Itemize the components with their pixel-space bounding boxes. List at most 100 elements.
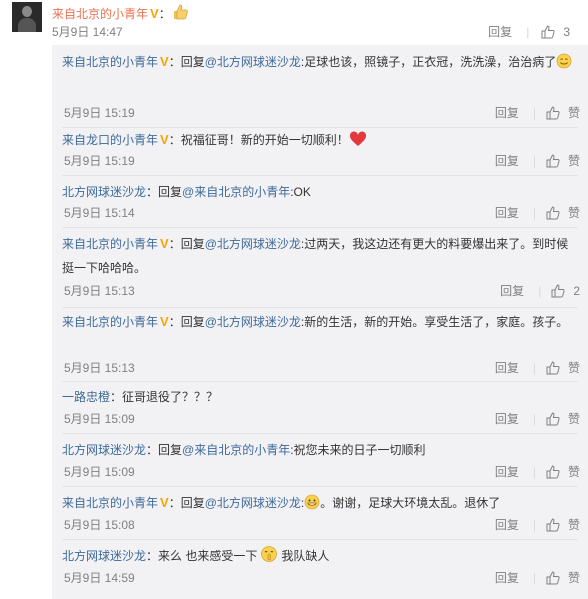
timestamp: 5月9日 15:09 [64, 412, 135, 426]
verified-icon: V [160, 54, 169, 69]
verified-icon: V [160, 236, 169, 251]
verified-icon: V [160, 314, 169, 329]
like-label: 赞 [567, 361, 580, 375]
reply-button[interactable]: 回复 [495, 106, 519, 120]
like-count: 2 [573, 284, 580, 298]
verified-icon: V [160, 132, 169, 147]
separator: ： [158, 7, 171, 21]
reply-button[interactable]: 回复 [495, 206, 519, 220]
reply-prefix: ：征哥退役了？？？ [110, 390, 219, 404]
username-link[interactable]: 一路忠橙 [62, 390, 110, 404]
mention-link[interactable]: @北方网球迷沙龙 [205, 237, 301, 251]
reply-body: :新的生活，新的开始。享受生活了，家庭。孩子。 [300, 315, 569, 329]
reply-prefix: ：回复 [168, 315, 205, 329]
reply-meta: 5月9日 15:19 回复 | 赞 [64, 154, 580, 168]
username-link[interactable]: 来自北京的小青年 [62, 55, 158, 69]
reply-body: :OK [290, 185, 311, 199]
reply-text: 来自龙口的小青年 V：祝福征哥！新的开始一切顺利！ [62, 128, 580, 152]
heart-emoji-icon [349, 131, 366, 146]
username-link[interactable]: 北方网球迷沙龙 [62, 185, 146, 199]
reply-text: 北方网球迷沙龙：回复@来自北京的小青年:祝您未来的日子一切顺利 [62, 438, 580, 462]
reply-item: 来自北京的小青年 V：回复@北方网球迷沙龙:新的生活，新的开始。享受生活了，家庭。… [62, 310, 580, 375]
reply-meta: 5月9日 15:19 回复 | 赞 [64, 106, 580, 120]
mention-link[interactable]: @北方网球迷沙龙 [205, 315, 301, 329]
reply-item: 来自北京的小青年 V：回复@北方网球迷沙龙: 。谢谢，足球大环境太乱。退休了 5月9… [62, 491, 580, 532]
reply-prefix: ：回复 [146, 443, 183, 457]
reply-meta: 5月9日 15:14 回复 | 赞 [64, 206, 580, 220]
reply-prefix: ：回复 [146, 185, 183, 199]
username-link[interactable]: 北方网球迷沙龙 [62, 443, 146, 457]
divider [62, 381, 578, 382]
reply-button[interactable]: 回复 [495, 154, 519, 168]
reply-text: 一路忠橙：征哥退役了？？？ [62, 385, 580, 409]
like-label: 赞 [567, 465, 580, 479]
like-icon[interactable] [546, 571, 560, 585]
divider [62, 539, 578, 540]
reply-button[interactable]: 回复 [500, 284, 524, 298]
top-comment-line: 来自北京的小青年 V： [52, 3, 189, 22]
reply-body: :足球也该，照镜子，正衣冠，洗洗澡，治治病了 [300, 55, 557, 69]
reply-prefix: ：来么 也来感受一下 [146, 549, 258, 563]
mention-link[interactable]: @来自北京的小青年 [182, 185, 290, 199]
reply-meta: 5月9日 15:13 回复 | 赞 [64, 361, 580, 375]
mention-link[interactable]: @来自北京的小青年 [182, 443, 290, 457]
timestamp: 5月9日 15:19 [64, 106, 135, 120]
avatar[interactable] [12, 2, 42, 32]
like-icon[interactable] [546, 106, 560, 120]
reply-meta: 5月9日 15:08 回复 | 赞 [64, 518, 580, 532]
reply-button[interactable]: 回复 [495, 361, 519, 375]
reply-button[interactable]: 回复 [495, 412, 519, 426]
verified-icon: V [160, 495, 169, 510]
timestamp: 5月9日 14:47 [52, 25, 123, 39]
reply-prefix: ：祝福征哥！新的开始一切顺利！ [168, 133, 349, 147]
comment-actions: 回复 | 3 [488, 25, 570, 39]
timestamp: 5月9日 15:08 [64, 518, 135, 532]
like-icon[interactable] [546, 465, 560, 479]
username-link[interactable]: 来自北京的小青年 [62, 237, 158, 251]
reply-item: 来自北京的小青年 V：回复@北方网球迷沙龙:过两天，我这边还有更大的料要爆出来了。… [62, 232, 580, 298]
mention-link[interactable]: @北方网球迷沙龙 [205, 496, 301, 510]
like-label: 赞 [567, 154, 580, 168]
smile-emoji-icon [556, 53, 572, 69]
reply-text: 北方网球迷沙龙：来么 也来感受一下 我队缺人 [62, 544, 580, 568]
grin-emoji-icon [304, 494, 320, 510]
reply-body-after: 我队缺人 [281, 549, 330, 563]
like-icon[interactable] [546, 361, 560, 375]
verified-icon: V [150, 6, 159, 21]
reply-item: 北方网球迷沙龙：来么 也来感受一下 我队缺人 5月9日 14:59 回复 | 赞 [62, 544, 580, 585]
top-comment: 来自北京的小青年 V： 5月9日 14:47 回复 | 3 [0, 0, 588, 45]
like-icon[interactable] [546, 206, 560, 220]
reply-button[interactable]: 回复 [495, 518, 519, 532]
mention-link[interactable]: @北方网球迷沙龙 [205, 55, 301, 69]
reply-meta: 5月9日 15:13 回复 | 2 [64, 284, 580, 298]
reply-item: 来自龙口的小青年 V：祝福征哥！新的开始一切顺利！ 5月9日 15:19 回复 | 赞 [62, 128, 580, 168]
reply-text: 来自北京的小青年 V：回复@北方网球迷沙龙:过两天，我这边还有更大的料要爆出来了。… [62, 232, 580, 280]
username-link[interactable]: 北方网球迷沙龙 [62, 549, 146, 563]
reply-text: 北方网球迷沙龙：回复@来自北京的小青年:OK [62, 180, 580, 204]
like-label: 赞 [567, 571, 580, 585]
replies-panel: 来自北京的小青年 V：回复@北方网球迷沙龙:足球也该，照镜子，正衣冠，洗洗澡，治治… [52, 45, 588, 599]
username-link[interactable]: 来自北京的小青年 [52, 7, 148, 21]
reply-meta: 5月9日 14:59 回复 | 赞 [64, 571, 580, 585]
reply-prefix: ：回复 [168, 496, 205, 510]
like-icon[interactable] [546, 412, 560, 426]
divider [62, 227, 578, 228]
reply-button[interactable]: 回复 [495, 465, 519, 479]
reply-button[interactable]: 回复 [488, 25, 512, 39]
like-icon[interactable] [546, 154, 560, 168]
reply-button[interactable]: 回复 [495, 571, 519, 585]
like-icon[interactable] [541, 25, 555, 39]
like-label: 赞 [567, 518, 580, 532]
username-link[interactable]: 来自龙口的小青年 [62, 133, 158, 147]
divider [62, 175, 578, 176]
username-link[interactable]: 来自北京的小青年 [62, 315, 158, 329]
like-icon[interactable] [551, 284, 565, 298]
timestamp: 5月9日 15:19 [64, 154, 135, 168]
shush-emoji-icon [261, 546, 278, 562]
like-icon[interactable] [546, 518, 560, 532]
timestamp: 5月9日 14:59 [64, 571, 135, 585]
username-link[interactable]: 来自北京的小青年 [62, 496, 158, 510]
reply-item: 一路忠橙：征哥退役了？？？ 5月9日 15:09 回复 | 赞 [62, 385, 580, 426]
like-label: 赞 [567, 412, 580, 426]
timestamp: 5月9日 15:14 [64, 206, 135, 220]
